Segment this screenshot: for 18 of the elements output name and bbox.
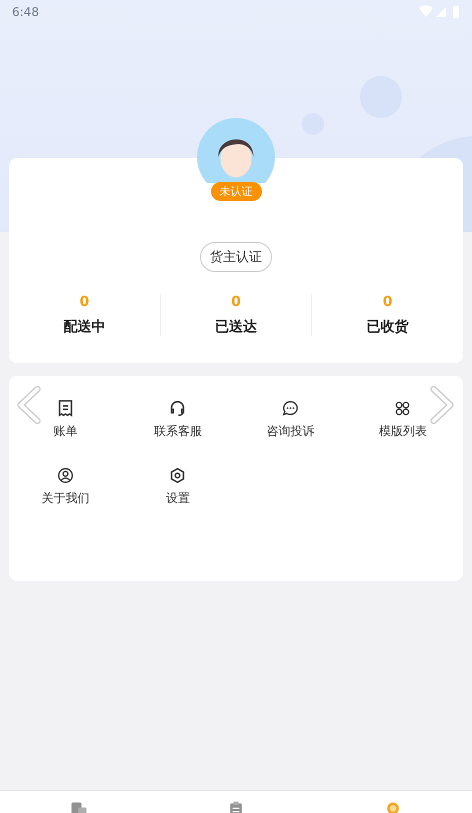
menu-item[interactable]: 账单 [53, 423, 78, 440]
menu-item[interactable]: 设置 [166, 490, 190, 507]
menu-item[interactable]: 模版列表 [378, 423, 427, 440]
menu-item[interactable]: 关于我们 [41, 490, 90, 507]
headset-icon [169, 400, 186, 417]
certify-button[interactable]: 货主认证 [200, 242, 272, 272]
stat-item[interactable]: 0 已送达 [160, 294, 312, 336]
chat-icon [282, 400, 299, 417]
settings-icon [169, 467, 186, 484]
user-icon [56, 467, 74, 484]
status-time: 6:48 [12, 5, 39, 19]
receipt-icon [56, 400, 74, 417]
status-badge: 未认证 [210, 182, 262, 201]
menu-item[interactable]: 联系客服 [154, 423, 202, 440]
grid-icon [394, 400, 412, 417]
stat-item[interactable]: 0 已收货 [311, 294, 464, 336]
menu-item[interactable]: 咨询投诉 [266, 423, 314, 440]
stat-item[interactable]: 0 配送中 [9, 294, 160, 336]
